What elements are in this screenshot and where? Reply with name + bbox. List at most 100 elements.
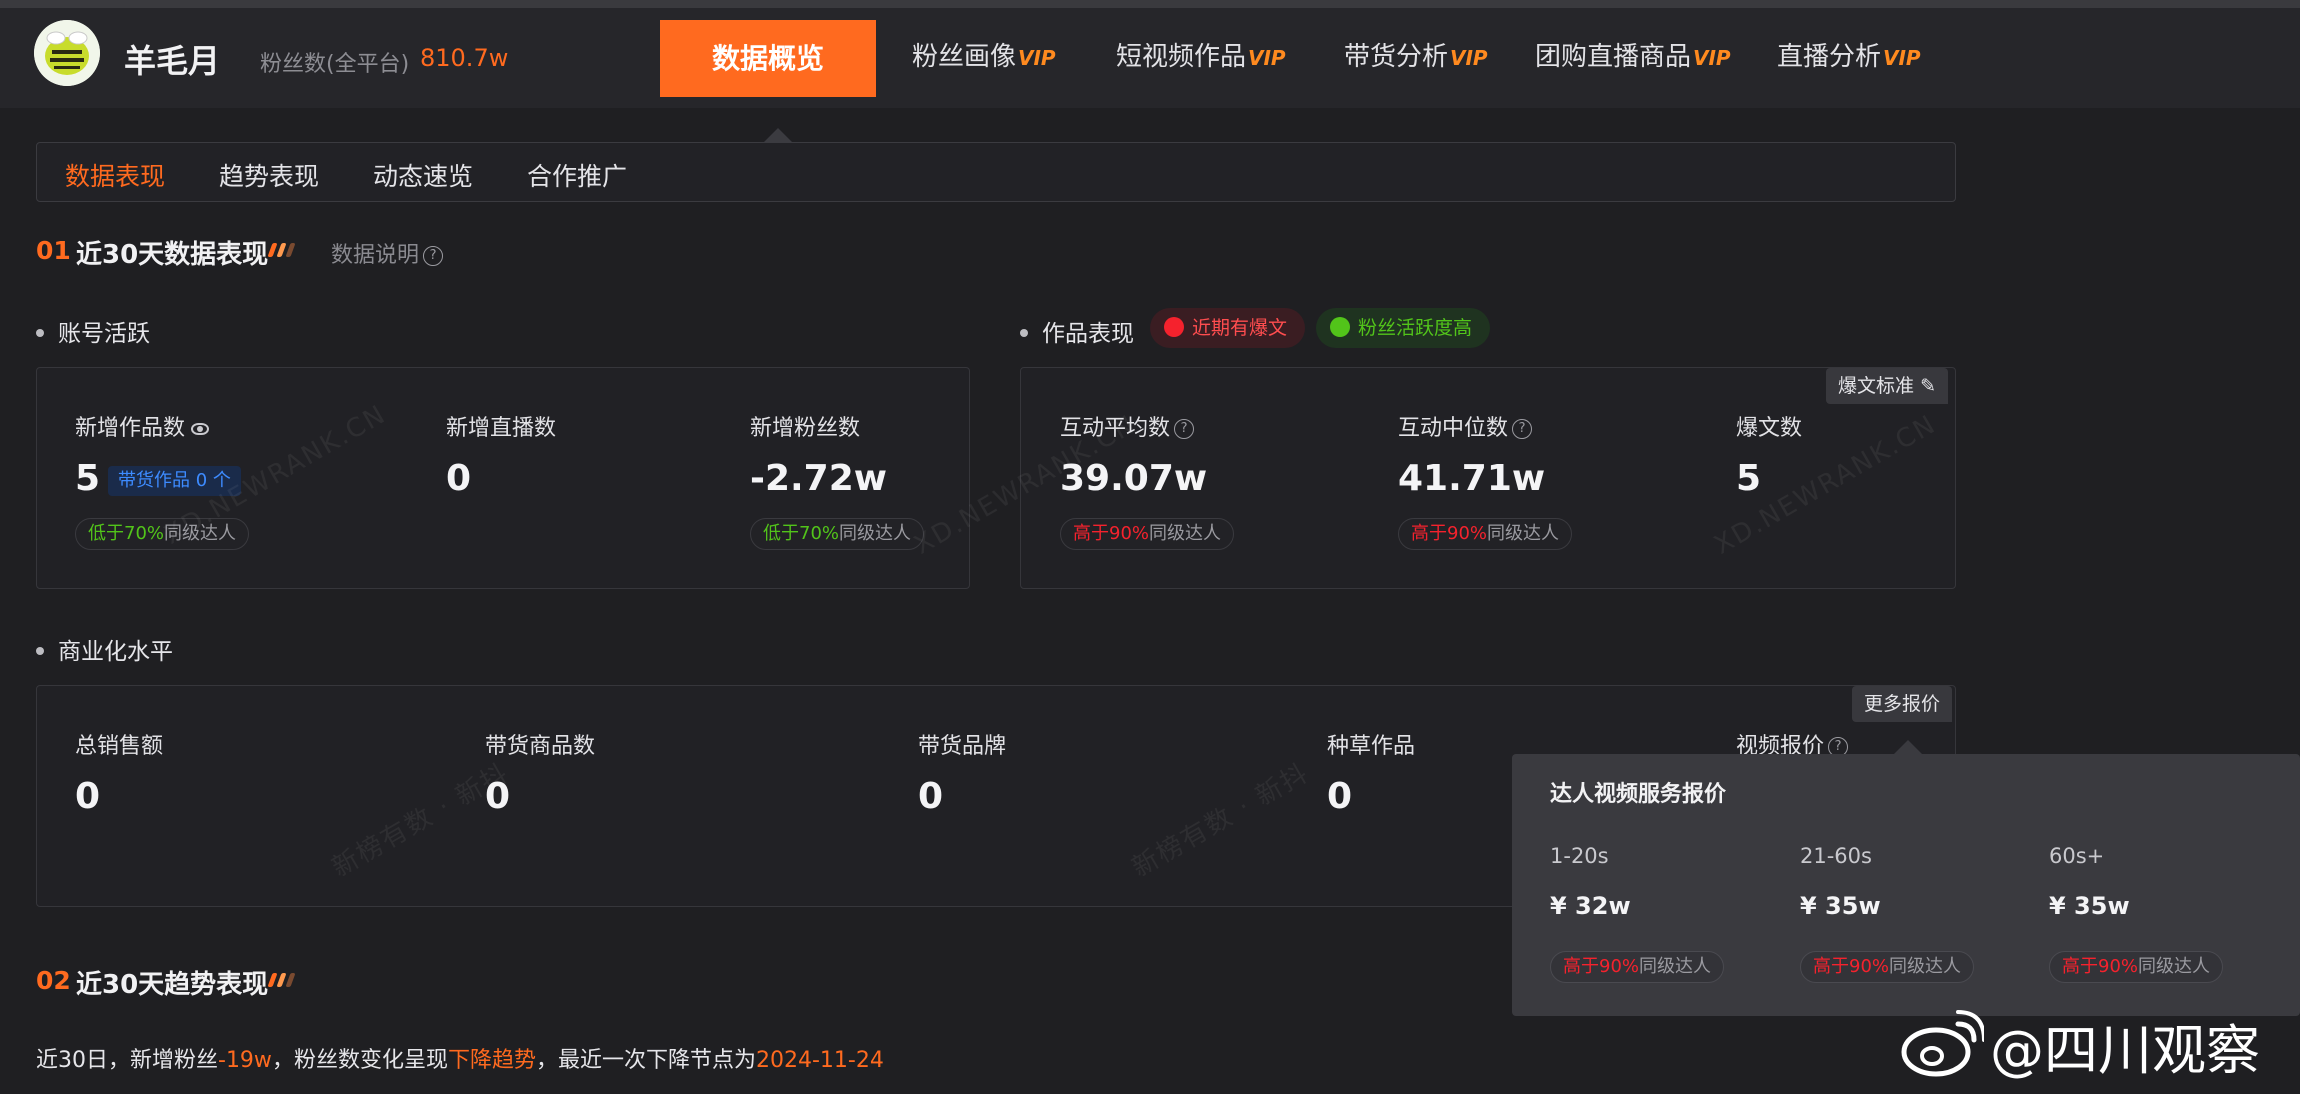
vip-badge: VIP — [1248, 46, 1286, 70]
metric-value-total-sales: 0 — [75, 776, 101, 817]
nav-tab-short-video[interactable]: 短视频作品 VIP — [1116, 36, 1286, 73]
vip-badge: VIP — [1693, 46, 1731, 70]
hit-standard-button[interactable]: 爆文标准 ✎ — [1826, 368, 1948, 404]
metric-label-brands: 带货品牌 — [918, 734, 1007, 759]
compare-suffix: 同级达人 — [2138, 956, 2211, 977]
nav-label: 带货分析 — [1344, 42, 1449, 72]
trend-text: ，粉丝数变化呈现 — [271, 1048, 448, 1073]
nav-tab-live-analysis[interactable]: 直播分析 VIP — [1777, 36, 1921, 73]
tag-label: 粉丝活跃度高 — [1358, 317, 1473, 339]
metric-value-hit-count: 5 — [1736, 458, 1762, 499]
section-title: 近30天趋势表现 — [76, 970, 269, 1000]
metric-label-seeding-works: 种草作品 — [1327, 734, 1416, 759]
compare-suffix: 同级达人 — [1149, 523, 1222, 544]
fans-value: 810.7w — [420, 44, 509, 72]
compare-pct: 高于90% — [1813, 956, 1890, 977]
compare-badge: 高于90%同级达人 — [1060, 518, 1235, 550]
metric-label-text: 新增作品数 — [75, 416, 186, 441]
quote-range: 1-20s — [1550, 844, 1609, 868]
compare-badge: 高于90%同级达人 — [1398, 518, 1573, 550]
subtab-cooperation[interactable]: 合作推广 — [527, 157, 627, 193]
section-number: 02 — [36, 966, 71, 995]
vip-badge: VIP — [1883, 46, 1921, 70]
metric-label-new-fans: 新增粉丝数 — [750, 416, 861, 441]
popover-title: 达人视频服务报价 — [1550, 782, 1727, 807]
quote-range: 21-60s — [1800, 844, 1872, 868]
compare-badge: 高于90%同级达人 — [2049, 951, 2224, 983]
subtab-trend[interactable]: 趋势表现 — [219, 157, 319, 193]
metric-value-seeding-works: 0 — [1327, 776, 1353, 817]
section-number: 01 — [36, 236, 71, 265]
metric-label-median-interaction: 互动中位数? — [1398, 410, 1533, 442]
fans-label: 粉丝数(全平台) — [260, 52, 410, 77]
edit-icon: ✎ — [1920, 375, 1936, 397]
button-label: 爆文标准 — [1838, 375, 1915, 397]
nav-label: 直播分析 — [1777, 42, 1882, 72]
compare-pct: 高于90% — [1563, 956, 1640, 977]
avatar[interactable] — [34, 20, 100, 86]
metric-value-new-lives: 0 — [446, 458, 472, 499]
metric-value-new-fans: -2.72w — [750, 458, 888, 499]
data-explanation-link[interactable]: 数据说明? — [331, 237, 444, 269]
metric-value-new-works: 5 — [75, 458, 101, 499]
works-title: 作品表现 — [1020, 314, 1134, 348]
trend-word: 下降趋势 — [447, 1048, 536, 1073]
tag-label: 近期有爆文 — [1192, 317, 1288, 339]
section-title: 近30天数据表现 — [76, 240, 269, 270]
subtab-data-performance[interactable]: 数据表现 — [65, 157, 165, 193]
popover-caret — [1894, 740, 1922, 754]
metric-value-brands: 0 — [918, 776, 944, 817]
avatar-bee-icon — [34, 20, 100, 86]
metric-label-hit-count: 爆文数 — [1736, 416, 1803, 441]
compare-pct: 低于70% — [763, 523, 840, 544]
compare-pct: 高于90% — [2062, 956, 2139, 977]
compare-badge: 高于90%同级达人 — [1800, 951, 1975, 983]
fans-change-value: -19w — [218, 1048, 272, 1073]
more-quotes-button[interactable]: 更多报价 — [1852, 686, 1953, 722]
metric-label-total-sales: 总销售额 — [75, 734, 164, 759]
compare-pct: 高于90% — [1073, 523, 1150, 544]
compare-suffix: 同级达人 — [1639, 956, 1712, 977]
vip-badge: VIP — [1450, 46, 1488, 70]
quote-range: 60s+ — [2049, 844, 2105, 868]
metric-label-text: 互动中位数 — [1398, 416, 1509, 441]
trend-summary: 近30日，新增粉丝-19w，粉丝数变化呈现下降趋势，最近一次下降节点为2024-… — [36, 1042, 884, 1074]
nav-tab-fans-profile[interactable]: 粉丝画像 VIP — [912, 36, 1056, 73]
metric-value-median-interaction: 41.71w — [1398, 458, 1546, 499]
user-icon — [1330, 316, 1350, 337]
question-icon: ? — [423, 246, 444, 266]
vip-badge: VIP — [1018, 46, 1056, 70]
compare-pct: 低于70% — [88, 523, 165, 544]
compare-badge: 低于70%同级达人 — [750, 518, 925, 550]
eye-icon[interactable] — [191, 423, 210, 435]
nav-tab-group-live-goods[interactable]: 团购直播商品 VIP — [1535, 36, 1731, 73]
explain-label: 数据说明 — [331, 243, 420, 268]
sub-tabs: 数据表现 趋势表现 动态速览 合作推广 — [36, 142, 1956, 202]
metric-label-new-works: 新增作品数 — [75, 410, 210, 442]
trend-text: ，最近一次下降节点为 — [535, 1048, 756, 1073]
commerce-title: 商业化水平 — [36, 632, 173, 666]
compare-suffix: 同级达人 — [1889, 956, 1962, 977]
fire-icon — [1164, 316, 1184, 337]
quote-price: ¥ 32w — [1550, 892, 1631, 920]
quote-price: ¥ 35w — [1800, 892, 1881, 920]
question-icon[interactable]: ? — [1512, 419, 1533, 439]
trend-text: 近30日，新增粉丝 — [36, 1048, 218, 1073]
section-bars-icon — [267, 242, 306, 258]
activity-title: 账号活跃 — [36, 314, 150, 348]
video-quote-popover: 达人视频服务报价 1-20s ¥ 32w 高于90%同级达人 21-60s ¥ … — [1512, 754, 2300, 1016]
nav-caret — [764, 128, 792, 142]
compare-pct: 高于90% — [1411, 523, 1488, 544]
hot-article-tag: 近期有爆文 — [1150, 308, 1306, 348]
compare-suffix: 同级达人 — [839, 523, 912, 544]
account-name: 羊毛月 — [124, 42, 221, 80]
compare-badge: 高于90%同级达人 — [1550, 951, 1725, 983]
trend-date: 2024-11-24 — [755, 1048, 884, 1073]
subtab-dynamics[interactable]: 动态速览 — [373, 157, 473, 193]
nav-tab-overview[interactable]: 数据概览 — [660, 20, 876, 97]
compare-suffix: 同级达人 — [1487, 523, 1560, 544]
question-icon[interactable]: ? — [1174, 419, 1195, 439]
nav-tab-sales-analysis[interactable]: 带货分析 VIP — [1344, 36, 1488, 73]
section-bars-icon — [267, 972, 306, 988]
weibo-handle: @四川观察 — [1990, 1019, 2260, 1082]
